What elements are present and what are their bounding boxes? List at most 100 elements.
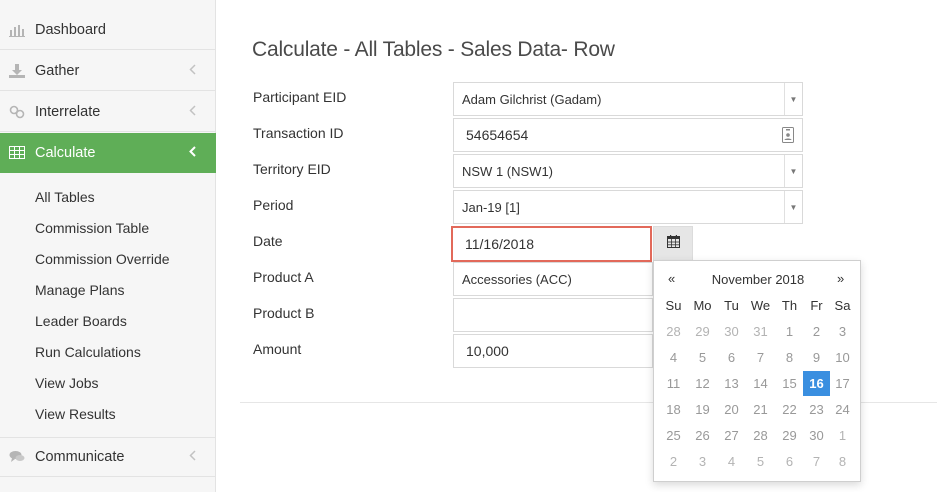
- datepicker-popup: November 2018 « » Su Mo Tu We Th Fr Sa 28 29 30 3…: [653, 260, 861, 482]
- datepicker-day[interactable]: 9: [803, 345, 830, 370]
- submenu-item-view-jobs[interactable]: View Jobs: [35, 375, 99, 391]
- submenu-item-commission-override[interactable]: Commission Override: [35, 251, 170, 267]
- datepicker-day[interactable]: 11: [660, 371, 687, 396]
- datepicker-day[interactable]: 8: [776, 345, 803, 370]
- date-label: Date: [253, 233, 283, 249]
- submenu-item-manage-plans[interactable]: Manage Plans: [35, 282, 125, 298]
- datepicker-day[interactable]: 7: [803, 449, 830, 474]
- participant-eid-select[interactable]: Adam Gilchrist (Gadam) ▼: [453, 82, 803, 116]
- datepicker-day[interactable]: 5: [689, 345, 716, 370]
- datepicker-day[interactable]: 1: [776, 319, 803, 344]
- amount-value: 10,000: [466, 343, 509, 359]
- datepicker-day[interactable]: 6: [718, 345, 745, 370]
- participant-eid-label: Participant EID: [253, 89, 347, 105]
- datepicker-day[interactable]: 22: [776, 397, 803, 422]
- datepicker-day[interactable]: 15: [776, 371, 803, 396]
- datepicker-day[interactable]: 5: [747, 449, 774, 474]
- datepicker-next-button[interactable]: »: [837, 271, 844, 286]
- datepicker-day[interactable]: 4: [718, 449, 745, 474]
- datepicker-day[interactable]: 29: [776, 423, 803, 448]
- datepicker-day[interactable]: 3: [829, 319, 856, 344]
- datepicker-weekday: Th: [781, 298, 798, 313]
- comments-icon: [8, 450, 26, 464]
- sidebar-item-label: Calculate: [35, 144, 96, 161]
- datepicker-day[interactable]: 31: [747, 319, 774, 344]
- sidebar-item-dashboard[interactable]: Dashboard: [0, 10, 216, 50]
- caret-down-icon: ▼: [784, 155, 802, 187]
- datepicker-day[interactable]: 16: [803, 371, 830, 396]
- submenu-item-leader-boards[interactable]: Leader Boards: [35, 313, 127, 329]
- datepicker-day[interactable]: 18: [660, 397, 687, 422]
- datepicker-day[interactable]: 27: [718, 423, 745, 448]
- datepicker-day[interactable]: 13: [718, 371, 745, 396]
- territory-eid-select[interactable]: NSW 1 (NSW1) ▼: [453, 154, 803, 188]
- submenu-item-view-results[interactable]: View Results: [35, 406, 116, 422]
- datepicker-weekday: We: [750, 298, 771, 313]
- bar-chart-icon: [8, 23, 26, 37]
- product-a-value: Accessories (ACC): [462, 271, 572, 287]
- datepicker-day[interactable]: 6: [776, 449, 803, 474]
- datepicker-day[interactable]: 30: [803, 423, 830, 448]
- sidebar-item-label: Gather: [35, 62, 80, 79]
- datepicker-day[interactable]: 4: [660, 345, 687, 370]
- product-b-label: Product B: [253, 305, 315, 321]
- caret-down-icon: ▼: [784, 83, 802, 115]
- datepicker-day[interactable]: 30: [718, 319, 745, 344]
- product-a-select[interactable]: Accessories (ACC): [453, 262, 653, 296]
- chevron-left-icon: [182, 63, 202, 78]
- datepicker-day[interactable]: 20: [718, 397, 745, 422]
- datepicker-day[interactable]: 17: [829, 371, 856, 396]
- datepicker-day[interactable]: 1: [829, 423, 856, 448]
- period-select[interactable]: Jan-19 [1] ▼: [453, 190, 803, 224]
- product-b-select[interactable]: [453, 298, 653, 332]
- submenu-item-commission-table[interactable]: Commission Table: [35, 220, 149, 236]
- datepicker-day[interactable]: 24: [829, 397, 856, 422]
- datepicker-weekday: Su: [665, 298, 682, 313]
- transaction-id-label: Transaction ID: [253, 125, 344, 141]
- calendar-icon: [666, 234, 680, 253]
- datepicker-month-label[interactable]: November 2018: [654, 272, 862, 287]
- date-input[interactable]: 11/16/2018: [451, 226, 652, 262]
- id-card-icon: [782, 127, 794, 146]
- datepicker-day[interactable]: 25: [660, 423, 687, 448]
- datepicker-day[interactable]: 10: [829, 345, 856, 370]
- sidebar-item-interrelate[interactable]: Interrelate: [0, 92, 216, 132]
- datepicker-day[interactable]: 12: [689, 371, 716, 396]
- datepicker-weekday: Sa: [834, 298, 851, 313]
- datepicker-day[interactable]: 28: [747, 423, 774, 448]
- datepicker-day[interactable]: 23: [803, 397, 830, 422]
- datepicker-prev-button[interactable]: «: [668, 271, 675, 286]
- datepicker-day[interactable]: 29: [689, 319, 716, 344]
- chevron-left-icon: [182, 450, 202, 464]
- datepicker-day[interactable]: 14: [747, 371, 774, 396]
- participant-eid-value: Adam Gilchrist (Gadam): [462, 91, 602, 107]
- calendar-button[interactable]: [653, 226, 693, 261]
- sidebar-item-communicate[interactable]: Communicate: [0, 437, 216, 477]
- territory-eid-value: NSW 1 (NSW1): [462, 163, 553, 179]
- datepicker-day[interactable]: 26: [689, 423, 716, 448]
- datepicker-day[interactable]: 3: [689, 449, 716, 474]
- download-icon: [8, 63, 26, 78]
- product-a-label: Product A: [253, 269, 314, 285]
- sidebar-item-gather[interactable]: Gather: [0, 51, 216, 91]
- submenu-item-run-calculations[interactable]: Run Calculations: [35, 344, 141, 360]
- amount-input[interactable]: 10,000: [453, 334, 653, 368]
- datepicker-day[interactable]: 7: [747, 345, 774, 370]
- datepicker-day[interactable]: 19: [689, 397, 716, 422]
- transaction-id-input[interactable]: 54654654: [453, 118, 803, 152]
- sidebar: Dashboard Gather Interrelate Calculate A…: [0, 0, 216, 492]
- period-value: Jan-19 [1]: [462, 199, 520, 215]
- datepicker-day[interactable]: 8: [829, 449, 856, 474]
- transaction-id-value: 54654654: [466, 127, 529, 143]
- submenu-item-all-tables[interactable]: All Tables: [35, 189, 95, 205]
- chevron-left-icon: [182, 145, 202, 160]
- sidebar-item-calculate[interactable]: Calculate: [0, 133, 216, 173]
- sidebar-item-label: Communicate: [35, 449, 125, 465]
- caret-down-icon: ▼: [784, 191, 802, 223]
- datepicker-day[interactable]: 21: [747, 397, 774, 422]
- datepicker-day[interactable]: 2: [660, 449, 687, 474]
- datepicker-day[interactable]: 2: [803, 319, 830, 344]
- sidebar-item-label: Dashboard: [35, 21, 106, 38]
- datepicker-day[interactable]: 28: [660, 319, 687, 344]
- page-title: Calculate - All Tables - Sales Data- Row: [252, 38, 615, 61]
